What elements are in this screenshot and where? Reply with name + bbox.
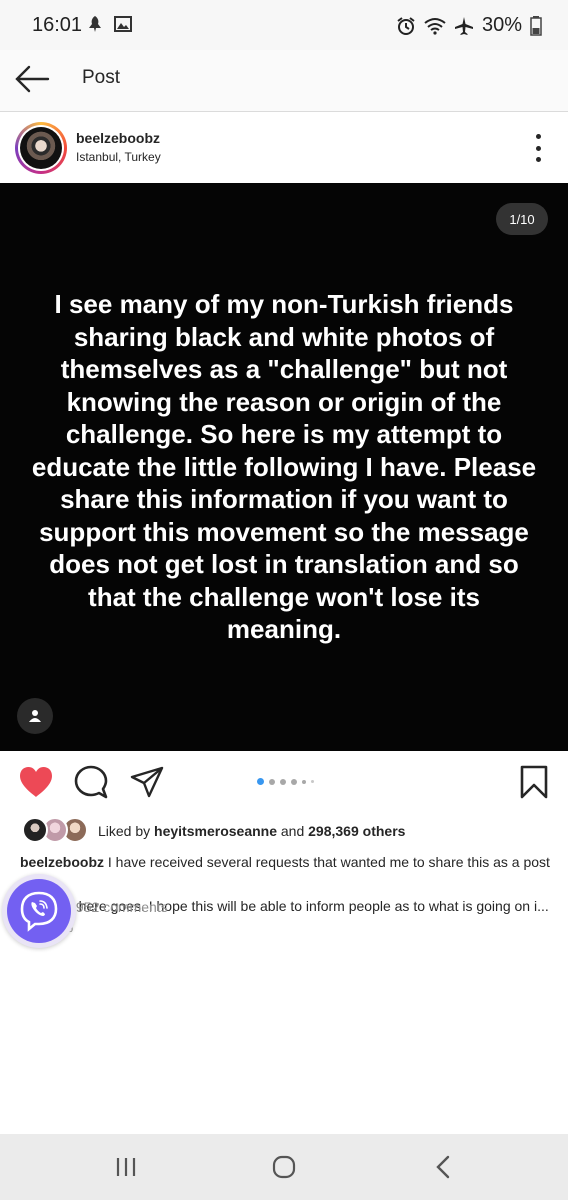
battery-text: 30% [481,14,522,36]
carousel-dot [269,778,275,785]
airplane-icon [454,16,473,35]
more-dot-icon [535,157,541,162]
carousel-indicator [257,778,314,785]
post-location[interactable]: Istanbul, Turkey [76,150,161,164]
notification-icon [89,16,101,32]
battery-icon [530,15,542,36]
heart-icon [20,767,52,797]
view-comments-link[interactable]: ,952 comments [72,899,168,915]
back-button[interactable] [14,64,50,94]
post-actions [0,751,568,813]
alarm-icon [397,16,415,35]
post-caption: beelzeboobz I have received several requ… [20,851,550,939]
avatar [22,817,48,843]
comment-button[interactable] [74,765,108,799]
system-nav-bar [0,1134,568,1200]
bookmark-icon [520,765,548,799]
post-header: beelzeboobz Istanbul, Turkey [0,112,568,183]
more-dot-icon [535,145,541,151]
home-button[interactable] [272,1154,296,1180]
likes-row[interactable]: Liked by heyitsmeroseanne and 298,369 ot… [22,815,552,847]
liker-avatars [22,817,88,845]
send-icon [130,766,164,798]
app-bar: Post [0,50,568,112]
carousel-dot [302,779,306,784]
recent-apps-icon [116,1158,136,1176]
nav-back-button[interactable] [433,1154,453,1180]
page-title: Post [82,67,121,88]
home-icon [272,1155,296,1179]
caption-username[interactable]: beelzeboobz [20,854,104,870]
chevron-left-icon [436,1155,450,1179]
image-icon [114,16,132,32]
wifi-icon [424,17,446,35]
status-bar: 16:01 30% [0,0,568,50]
person-icon [29,710,41,722]
status-time: 16:01 [32,14,83,36]
tagged-people-button[interactable] [17,698,53,734]
more-options-button[interactable] [534,134,542,162]
recent-apps-button[interactable] [114,1156,138,1178]
post-image-text: I see many of my non-Turkish friends sha… [31,289,537,644]
carousel-dot [311,780,314,783]
likes-count[interactable]: 298,369 others [308,823,405,839]
comment-icon [74,765,108,799]
more-dot-icon [535,134,541,139]
post-username[interactable]: beelzeboobz [76,130,160,146]
share-button[interactable] [130,765,164,799]
like-button[interactable] [18,766,54,798]
viber-chat-bubble[interactable] [2,874,76,948]
arrow-left-icon [15,65,50,93]
viber-icon [20,891,58,932]
save-button[interactable] [520,765,548,799]
carousel-dot [257,778,264,785]
carousel-dot [280,778,286,785]
liker-username[interactable]: heyitsmeroseanne [154,823,277,839]
likes-text: Liked by heyitsmeroseanne and 298,369 ot… [98,823,406,839]
page-counter: 1/10 [496,203,548,235]
avatar[interactable] [15,122,67,174]
carousel-dot [291,778,297,785]
post-image[interactable]: 1/10 I see many of my non-Turkish friend… [0,183,568,751]
